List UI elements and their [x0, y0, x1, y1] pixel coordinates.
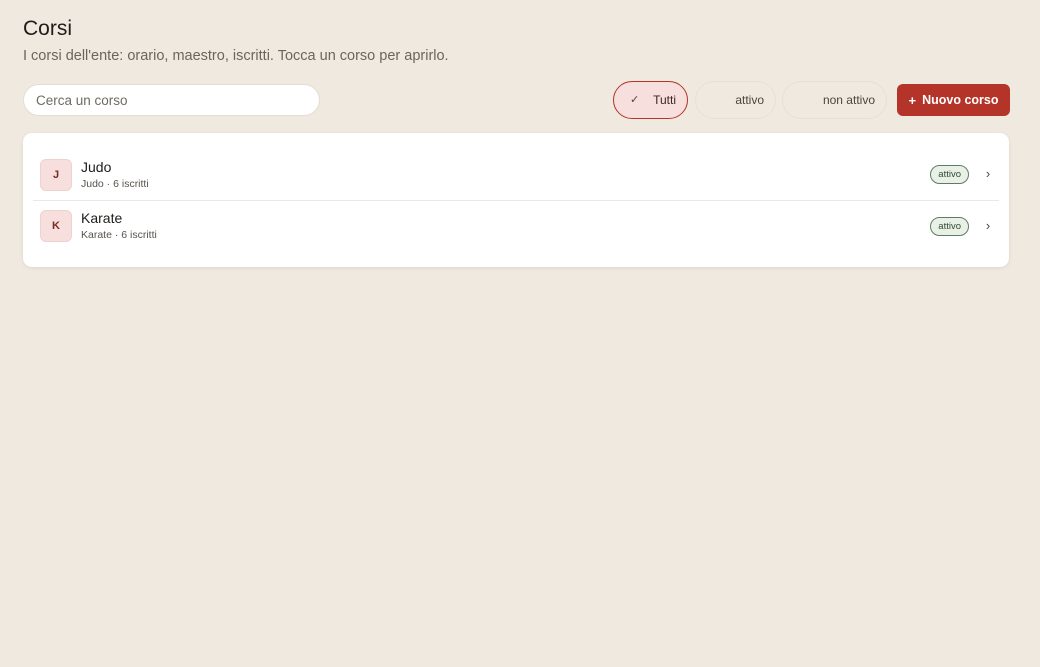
search-input[interactable]	[23, 84, 320, 116]
status-badge: attivo	[930, 165, 969, 184]
filter-chip-attivo[interactable]: attivo	[695, 81, 776, 119]
course-row-judo[interactable]: J Judo Judo · 6 iscritti attivo ›	[33, 149, 999, 200]
chevron-right-icon: ›	[985, 166, 991, 181]
course-list: J Judo Judo · 6 iscritti attivo › K Kara…	[23, 133, 1009, 267]
new-course-button[interactable]: + Nuovo corso	[897, 84, 1010, 116]
avatar: K	[40, 210, 72, 242]
filter-chip-label: attivo	[735, 93, 764, 107]
chevron-right-icon: ›	[985, 218, 991, 233]
course-row-text: Judo Judo · 6 iscritti	[81, 159, 149, 191]
filter-chip-non-attivo[interactable]: non attivo	[782, 81, 887, 119]
course-row-karate[interactable]: K Karate Karate · 6 iscritti attivo ›	[33, 200, 999, 251]
filter-chip-tutti[interactable]: ✓ Tutti	[613, 81, 688, 119]
course-name: Karate	[81, 210, 123, 226]
filter-chip-label: Tutti	[653, 93, 676, 107]
courses-page: Corsi I corsi dell'ente: orario, maestro…	[0, 0, 1040, 667]
page-title: Corsi	[23, 17, 73, 40]
course-name: Judo	[81, 158, 112, 175]
filter-chip-label: non attivo	[822, 93, 875, 107]
course-meta: Karate · 6 iscritti	[81, 229, 157, 241]
plus-icon: +	[908, 92, 917, 108]
check-icon: ✓	[630, 94, 640, 106]
page-subtitle: I corsi dell'ente: orario, maestro, iscr…	[23, 48, 449, 64]
course-meta: Judo · 6 iscritti	[81, 177, 149, 190]
new-course-label: Nuovo corso	[922, 93, 999, 107]
avatar: J	[40, 158, 72, 191]
status-badge: attivo	[930, 217, 969, 236]
course-row-text: Karate Karate · 6 iscritti	[81, 210, 157, 242]
toolbar: ✓ Tutti attivo non attivo + Nuovo corso	[23, 81, 1010, 119]
